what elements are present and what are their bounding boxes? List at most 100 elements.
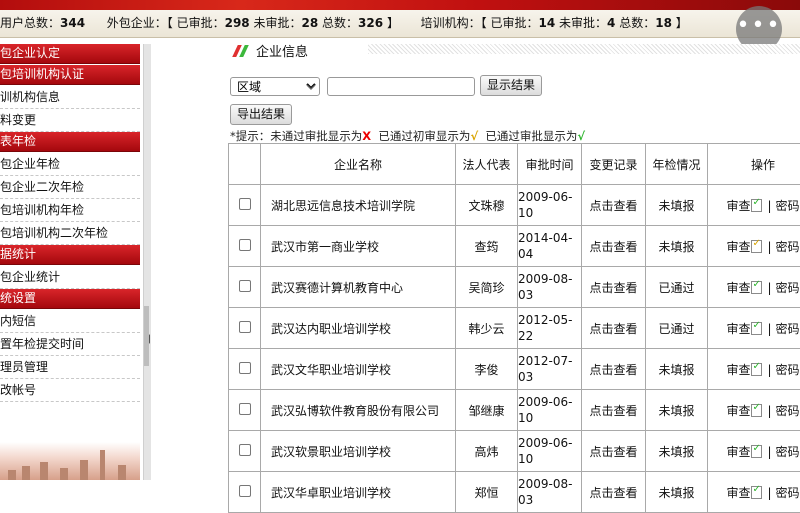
table-row: 武汉达内职业培训学校韩少云2012-05-22点击查看已通过审查|密码 xyxy=(229,308,800,349)
sidebar-city-illustration xyxy=(0,442,140,480)
table-row: 武汉赛德计算机教育中心吴简珍2009-08-03点击查看已通过审查|密码 xyxy=(229,267,800,308)
status-check-icon xyxy=(751,322,762,335)
search-input[interactable] xyxy=(327,77,475,96)
action-divider: | xyxy=(767,199,771,213)
col-rep: 法人代表 xyxy=(456,144,518,185)
row-actions: 审查|密码 xyxy=(708,226,800,267)
password-link[interactable]: 密码 xyxy=(776,363,800,377)
change-record-link[interactable]: 点击查看 xyxy=(582,226,646,267)
annual-status: 未填报 xyxy=(646,185,708,226)
row-checkbox[interactable] xyxy=(239,321,251,333)
sidebar-section-header[interactable]: 据统计 xyxy=(0,245,140,265)
sidebar-item[interactable]: 包企业统计 xyxy=(0,266,140,289)
review-link[interactable]: 审查 xyxy=(726,322,750,336)
training-close: 】 xyxy=(676,10,688,37)
action-divider: | xyxy=(767,486,771,500)
change-record-link[interactable]: 点击查看 xyxy=(582,308,646,349)
export-results-button[interactable]: 导出结果 xyxy=(230,104,292,125)
sidebar-splitter[interactable] xyxy=(143,44,151,480)
region-select[interactable]: 区域 xyxy=(230,77,320,96)
enterprise-name: 武汉弘博软件教育股份有限公司 xyxy=(261,390,456,431)
action-divider: | xyxy=(767,281,771,295)
review-link[interactable]: 审查 xyxy=(726,281,750,295)
sidebar-item[interactable]: 训机构信息 xyxy=(0,86,140,109)
change-record-link[interactable]: 点击查看 xyxy=(582,185,646,226)
sidebar-item[interactable]: 理员管理 xyxy=(0,356,140,379)
row-checkbox[interactable] xyxy=(239,403,251,415)
sidebar-section-header[interactable]: 包企业认定 xyxy=(0,44,140,64)
annual-status: 已通过 xyxy=(646,308,708,349)
change-record-link[interactable]: 点击查看 xyxy=(582,349,646,390)
sidebar-item[interactable]: 内短信 xyxy=(0,310,140,333)
change-record-link[interactable]: 点击查看 xyxy=(582,390,646,431)
status-check-icon xyxy=(751,240,762,253)
approved-check-icon: √ xyxy=(577,129,585,143)
col-date: 审批时间 xyxy=(518,144,582,185)
change-record-link[interactable]: 点击查看 xyxy=(582,472,646,513)
sidebar-item[interactable]: 改帐号 xyxy=(0,379,140,402)
sidebar-item[interactable]: 包企业二次年检 xyxy=(0,176,140,199)
enterprise-name: 武汉达内职业培训学校 xyxy=(261,308,456,349)
sidebar-item[interactable]: 包企业年检 xyxy=(0,153,140,176)
approval-date: 2009-06-10 xyxy=(518,390,582,431)
hint-text: 已通过初审显示为 xyxy=(371,129,470,143)
password-link[interactable]: 密码 xyxy=(776,322,800,336)
table-row: 武汉弘博软件教育股份有限公司邹继康2009-06-10点击查看未填报审查|密码 xyxy=(229,390,800,431)
row-checkbox[interactable] xyxy=(239,198,251,210)
row-select-cell xyxy=(229,472,261,513)
password-link[interactable]: 密码 xyxy=(776,240,800,254)
password-link[interactable]: 密码 xyxy=(776,281,800,295)
sidebar-item[interactable]: 包培训机构二次年检 xyxy=(0,222,140,245)
password-link[interactable]: 密码 xyxy=(776,404,800,418)
password-link[interactable]: 密码 xyxy=(776,445,800,459)
review-link[interactable]: 审查 xyxy=(726,363,750,377)
approval-date: 2014-04-04 xyxy=(518,226,582,267)
row-checkbox[interactable] xyxy=(239,485,251,497)
enterprise-name: 湖北思远信息技术培训学院 xyxy=(261,185,456,226)
training-approved: 14 xyxy=(538,16,555,30)
sidebar-item[interactable]: 包培训机构年检 xyxy=(0,199,140,222)
change-record-link[interactable]: 点击查看 xyxy=(582,267,646,308)
row-checkbox[interactable] xyxy=(239,444,251,456)
sidebar-item[interactable]: 料变更 xyxy=(0,109,140,132)
sidebar-item[interactable]: 置年检提交时间 xyxy=(0,333,140,356)
show-results-button[interactable]: 显示结果 xyxy=(480,75,542,96)
change-record-link[interactable]: 点击查看 xyxy=(582,431,646,472)
sidebar-scrollbar[interactable] xyxy=(144,306,149,366)
col-annual: 年检情况 xyxy=(646,144,708,185)
review-link[interactable]: 审查 xyxy=(726,199,750,213)
row-checkbox[interactable] xyxy=(239,280,251,292)
enterprise-name: 武汉文华职业培训学校 xyxy=(261,349,456,390)
review-link[interactable]: 审查 xyxy=(726,404,750,418)
top-banner xyxy=(0,0,800,10)
legend-hint: *提示：未通过审批显示为X 已通过初审显示为√ 已通过审批显示为√ xyxy=(230,128,585,144)
sidebar-section-header[interactable]: 包培训机构认证 xyxy=(0,65,140,85)
approval-date: 2009-06-10 xyxy=(518,431,582,472)
legal-rep: 郑恒 xyxy=(456,472,518,513)
review-link[interactable]: 审查 xyxy=(726,240,750,254)
row-actions: 审查|密码 xyxy=(708,390,800,431)
enterprise-table: 企业名称 法人代表 审批时间 变更记录 年检情况 操作 湖北思远信息技术培训学院… xyxy=(228,143,800,513)
page-title-text: 企业信息 xyxy=(256,45,308,60)
row-select-cell xyxy=(229,226,261,267)
status-check-icon xyxy=(751,404,762,417)
action-divider: | xyxy=(767,445,771,459)
row-select-cell xyxy=(229,431,261,472)
review-link[interactable]: 审查 xyxy=(726,486,750,500)
action-divider: | xyxy=(767,322,771,336)
training-total: 18 xyxy=(655,16,672,30)
password-link[interactable]: 密码 xyxy=(776,199,800,213)
row-checkbox[interactable] xyxy=(239,362,251,374)
annual-status: 已通过 xyxy=(646,267,708,308)
approval-date: 2009-08-03 xyxy=(518,472,582,513)
row-checkbox[interactable] xyxy=(239,239,251,251)
sidebar-section-header[interactable]: 统设置 xyxy=(0,289,140,309)
outsource-total-label: 总数： xyxy=(322,10,358,37)
training-pending-label: 未审批： xyxy=(559,10,607,37)
password-link[interactable]: 密码 xyxy=(776,486,800,500)
sidebar-section-header[interactable]: 表年检 xyxy=(0,132,140,152)
annual-status: 未填报 xyxy=(646,472,708,513)
training-approved-label: 已审批： xyxy=(490,10,538,37)
row-actions: 审查 | 密码 xyxy=(708,267,800,308)
review-link[interactable]: 审查 xyxy=(726,445,750,459)
